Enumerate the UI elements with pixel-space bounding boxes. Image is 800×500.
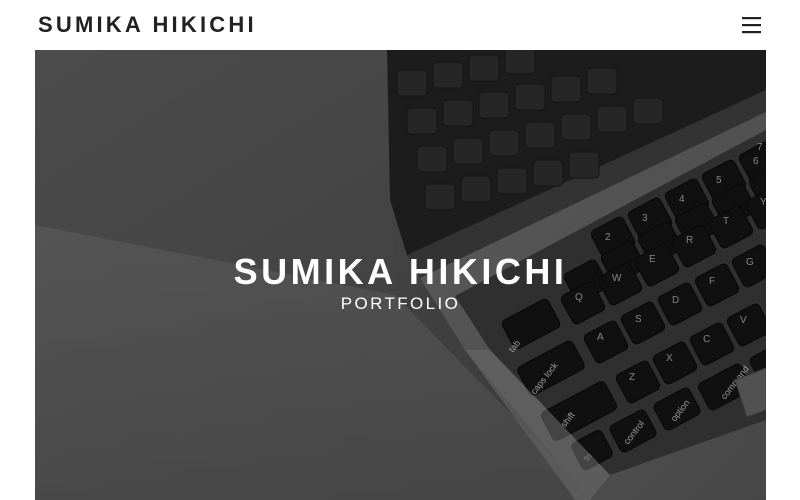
site-logo[interactable]: SUMIKA HIKICHI [38,11,257,39]
hero-section: tab caps lock shift fn control option co… [35,50,766,500]
site-header: SUMIKA HIKICHI [0,0,800,50]
hero-subtitle: PORTFOLIO [340,294,461,313]
hero-title: SUMIKA HIKICHI [233,251,568,292]
menu-button[interactable] [738,13,766,37]
hamburger-menu-icon [742,17,761,34]
